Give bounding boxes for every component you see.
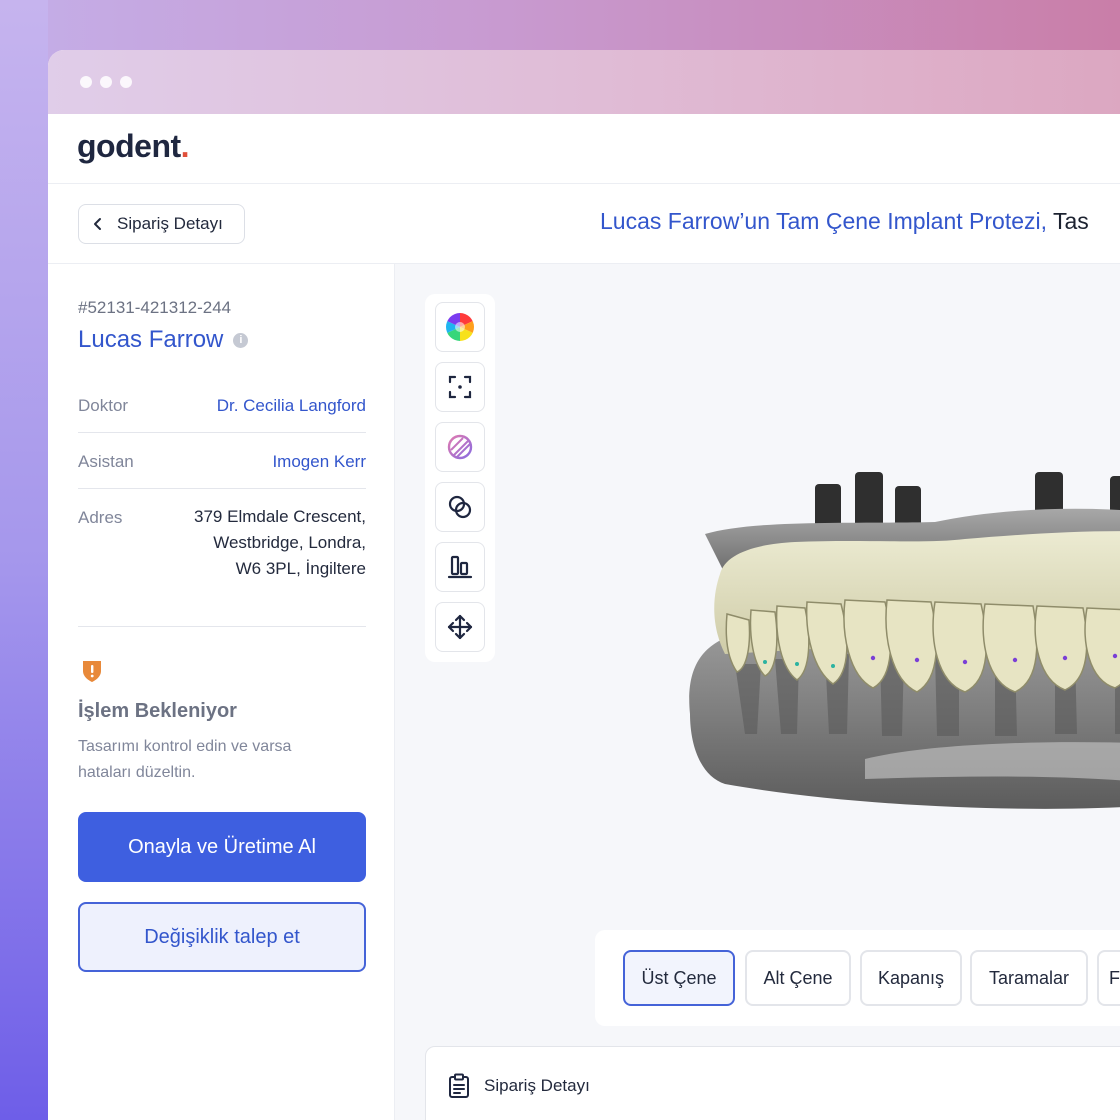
- viewer-toolbar: [425, 294, 495, 662]
- move-tool-button[interactable]: [435, 602, 485, 652]
- app-header: godent.: [48, 114, 1120, 184]
- address-value: 379 Elmdale Crescent, Westbridge, Londra…: [194, 504, 366, 582]
- assistant-link[interactable]: Imogen Kerr: [272, 452, 366, 472]
- tab-upper-jaw[interactable]: Üst Çene: [623, 950, 735, 1006]
- order-id: #52131-421312-244: [78, 298, 232, 317]
- logo-dot: .: [180, 128, 190, 164]
- texture-icon: [447, 434, 473, 460]
- address-row: Adres 379 Elmdale Crescent, Westbridge, …: [78, 507, 366, 588]
- clipboard-icon: [449, 1073, 469, 1098]
- divider: [78, 488, 366, 489]
- page-title-primary: Lucas Farrow’un Tam Çene Implant Protezi…: [600, 208, 1047, 234]
- back-button[interactable]: Sipariş Detayı: [78, 204, 245, 244]
- doctor-label: Doktor: [78, 396, 129, 415]
- dental-model-3d[interactable]: [665, 414, 1120, 814]
- address-line: Westbridge, Londra,: [213, 533, 366, 552]
- order-sidebar: #52131-421312-244 Lucas Farrow i Doktor …: [48, 264, 395, 1120]
- logo[interactable]: godent.: [77, 128, 190, 165]
- back-button-label: Sipariş Detayı: [117, 214, 223, 233]
- tab-more[interactable]: F: [1097, 950, 1120, 1006]
- window-dot[interactable]: [120, 76, 132, 88]
- divider: [78, 626, 366, 627]
- order-detail-title: Sipariş Detayı: [484, 1076, 590, 1095]
- window-dot[interactable]: [100, 76, 112, 88]
- assistant-label: Asistan: [78, 452, 134, 471]
- window-titlebar: [48, 50, 1120, 114]
- move-arrows-icon: [447, 614, 473, 640]
- window-dot[interactable]: [80, 76, 92, 88]
- align-tool-button[interactable]: [435, 542, 485, 592]
- request-change-button[interactable]: Değişiklik talep et: [78, 902, 366, 972]
- order-header: Sipariş Detayı Lucas Farrow’un Tam Çene …: [48, 184, 1120, 264]
- address-label: Adres: [78, 508, 123, 527]
- align-bottom-icon: [447, 555, 473, 579]
- order-detail-card: Sipariş Detayı: [425, 1046, 1120, 1120]
- focus-tool-button[interactable]: [435, 362, 485, 412]
- focus-frame-icon: [448, 375, 472, 399]
- chevron-left-icon: [94, 218, 101, 230]
- overlap-icon: [448, 495, 472, 519]
- page-title-secondary: Tas: [1052, 208, 1089, 234]
- approve-button[interactable]: Onayla ve Üretime Al: [78, 812, 366, 882]
- patient-name[interactable]: Lucas Farrow i: [78, 326, 249, 354]
- divider: [78, 432, 366, 433]
- status-description: Tasarımı kontrol edin ve varsa hataları …: [78, 738, 292, 781]
- address-line: W6 3PL, İngiltere: [235, 559, 366, 578]
- tab-scans[interactable]: Taramalar: [970, 950, 1088, 1006]
- texture-tool-button[interactable]: [435, 422, 485, 472]
- overlap-tool-button[interactable]: [435, 482, 485, 532]
- status-title: İşlem Bekleniyor: [78, 700, 237, 722]
- page-title: Lucas Farrow’un Tam Çene Implant Protezi…: [600, 208, 1089, 235]
- color-wheel-icon: [446, 313, 474, 341]
- shield-warning-icon: [83, 661, 101, 682]
- doctor-link[interactable]: Dr. Cecilia Langford: [217, 396, 366, 416]
- tab-lower-jaw[interactable]: Alt Çene: [745, 950, 851, 1006]
- color-tool-button[interactable]: [435, 302, 485, 352]
- jaw-tabs: Üst Çene Alt Çene Kapanış Taramalar F: [595, 930, 1120, 1026]
- address-line: 379 Elmdale Crescent,: [194, 507, 366, 526]
- background-gradient-left: [0, 0, 48, 1120]
- patient-name-label: Lucas Farrow: [78, 326, 224, 353]
- order-detail-header[interactable]: Sipariş Detayı: [448, 1073, 590, 1099]
- logo-text: godent: [77, 128, 181, 164]
- tab-bite[interactable]: Kapanış: [860, 950, 962, 1006]
- info-icon[interactable]: i: [233, 332, 249, 348]
- model-viewer[interactable]: Üst Çene Alt Çene Kapanış Taramalar F Si…: [395, 264, 1120, 1120]
- browser-window: godent. Sipariş Detayı Lucas Farrow’un T…: [48, 50, 1120, 1120]
